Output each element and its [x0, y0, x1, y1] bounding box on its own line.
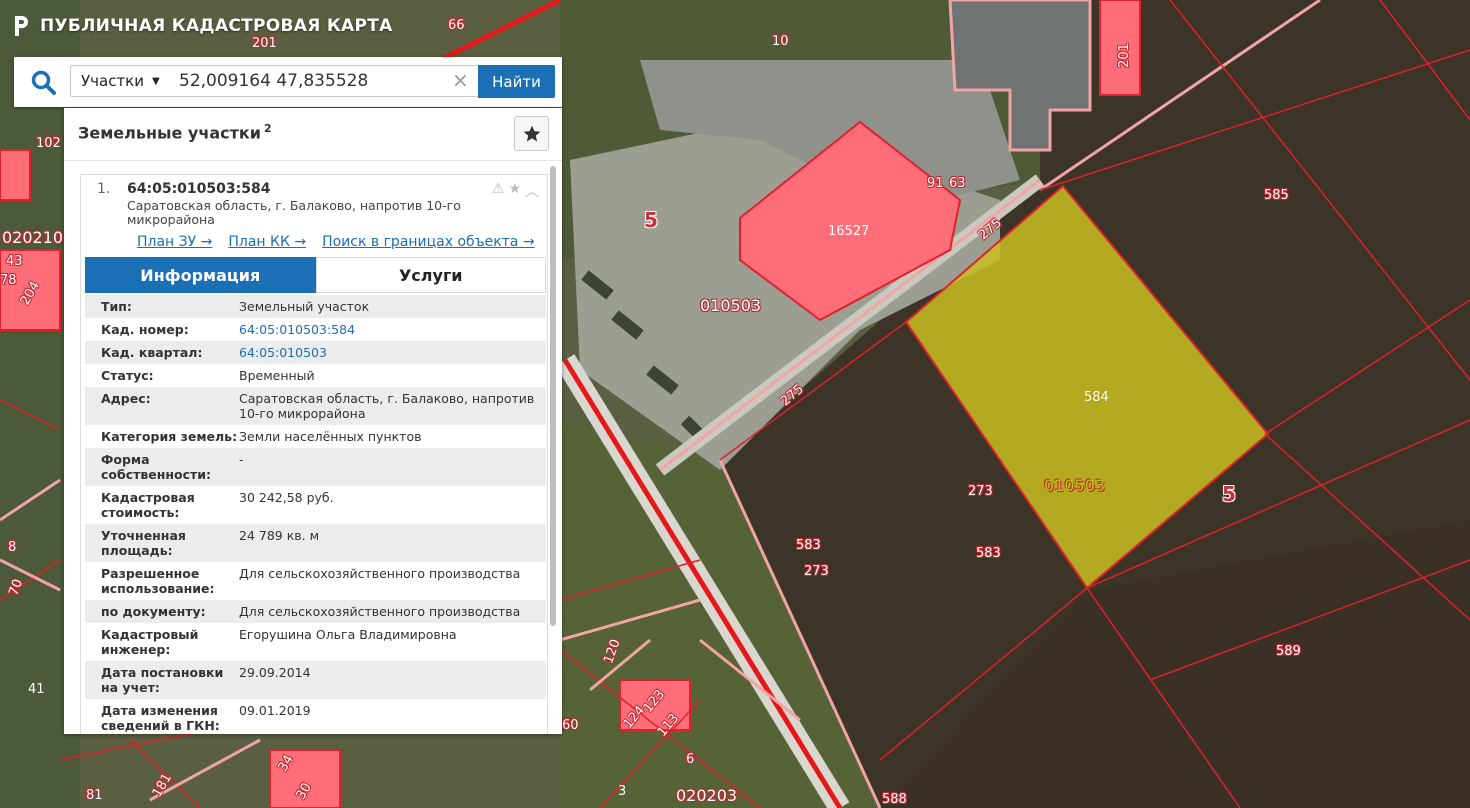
scrollbar[interactable] — [548, 160, 558, 734]
results-panel: Земельные участки 2 1. 64:05:010503:584 С… — [64, 108, 562, 734]
caret-down-icon: ▼ — [152, 75, 160, 87]
info-row: Кад. квартал: 64:05:010503 — [85, 341, 546, 364]
results-count: 2 — [263, 122, 272, 135]
clear-icon[interactable]: × — [452, 70, 469, 90]
info-label: Дата изменения сведений в ГКН: — [101, 703, 220, 733]
search-type-select[interactable]: Участки ▼ — [70, 65, 164, 97]
search-icon[interactable] — [30, 69, 58, 97]
result-links: План ЗУ → План КК → Поиск в границах объ… — [137, 234, 535, 250]
plan-kk-link[interactable]: План КК → — [228, 234, 306, 250]
info-row: Статус: Временный — [85, 364, 546, 387]
result-address: Саратовская область, г. Балаково, напрот… — [127, 198, 461, 227]
info-row: Кадастровый инженер: Егорушина Ольга Влад… — [85, 623, 546, 661]
warning-icon[interactable]: ⚠ — [492, 181, 505, 201]
info-value: Егорушина Ольга Владимировна — [239, 627, 457, 642]
info-value: Временный — [239, 368, 315, 383]
info-label: Кадастровая стоимость: — [101, 490, 195, 520]
star-outline-icon[interactable]: ★ — [508, 181, 521, 201]
info-label: Уточненная площадь: — [101, 528, 186, 558]
chevron-up-icon[interactable]: ︿ — [525, 181, 539, 201]
info-row: по документу: Для сельскохозяйственного п… — [85, 600, 546, 623]
info-value: 24 789 кв. м — [239, 528, 320, 543]
info-row: Форма собственности: - — [85, 448, 546, 486]
search-bar: Участки ▼ × Найти — [14, 57, 562, 107]
result-card: 1. 64:05:010503:584 Саратовская область,… — [80, 174, 548, 734]
info-row: Уточненная площадь: 24 789 кв. м — [85, 524, 546, 562]
result-cad-number[interactable]: 64:05:010503:584 — [127, 181, 270, 197]
info-value: 30 242,58 руб. — [239, 490, 334, 505]
info-value: 29.09.2014 — [239, 665, 311, 680]
info-value: 09.01.2019 — [239, 703, 311, 718]
info-label: Категория земель: — [101, 429, 238, 444]
info-row: Кадастровая стоимость: 30 242,58 руб. — [85, 486, 546, 524]
info-row: Категория земель: Земли населённых пункто… — [85, 425, 546, 448]
info-value[interactable]: 64:05:010503:584 — [239, 322, 546, 337]
search-input[interactable] — [163, 65, 479, 97]
info-row: Разрешенное использование: Для сельскохоз… — [85, 562, 546, 600]
info-label: по документу: — [101, 604, 206, 619]
info-value: Земли населённых пунктов — [239, 429, 422, 444]
result-tabs: Информация Услуги — [85, 257, 546, 293]
info-value: Земельный участок — [239, 299, 370, 314]
info-row: Дата постановки на учет: 29.09.2014 — [85, 661, 546, 699]
info-label: Дата постановки на учет: — [101, 665, 224, 695]
info-row: Адрес: Саратовская область, г. Балаково, … — [85, 387, 546, 425]
info-label: Кадастровый инженер: — [101, 627, 199, 657]
info-label: Кад. номер: — [101, 322, 189, 337]
info-label: Разрешенное использование: — [101, 566, 215, 596]
app-header: ПУБЛИЧНАЯ КАДАСТРОВАЯ КАРТА — [12, 14, 393, 38]
star-icon — [523, 125, 540, 141]
find-button[interactable]: Найти — [478, 65, 555, 98]
info-value: - — [239, 452, 244, 467]
info-label: Тип: — [101, 299, 132, 314]
plan-zu-link[interactable]: План ЗУ → — [137, 234, 212, 250]
app-title: ПУБЛИЧНАЯ КАДАСТРОВАЯ КАРТА — [40, 16, 393, 36]
rosreestr-logo-icon — [15, 16, 28, 36]
panel-header: Земельные участки 2 — [64, 108, 562, 161]
scroll-thumb[interactable] — [550, 166, 556, 626]
info-value[interactable]: 64:05:010503 — [239, 345, 546, 360]
panel-title: Земельные участки 2 — [78, 122, 272, 142]
search-in-bounds-link[interactable]: Поиск в границах объекта → — [322, 234, 535, 250]
info-row: Кад. номер: 64:05:010503:584 — [85, 318, 546, 341]
info-label: Статус: — [101, 368, 154, 383]
panel-title-text: Земельные участки — [78, 123, 261, 143]
result-index: 1. — [97, 181, 111, 197]
tab-services[interactable]: Услуги — [315, 257, 546, 293]
search-type-label: Участки — [81, 72, 144, 90]
info-value: Для сельскохозяйственного производства — [239, 566, 521, 581]
info-label: Форма собственности: — [101, 452, 212, 482]
info-row: Дата изменения сведений в ГКН: 09.01.2019 — [85, 699, 546, 734]
info-value: Для сельскохозяйственного производства — [239, 604, 521, 619]
info-table: Тип: Земельный участок Кад. номер: 64:05:01… — [85, 295, 546, 734]
tab-information[interactable]: Информация — [85, 257, 316, 293]
info-label: Адрес: — [101, 391, 151, 406]
info-value: Саратовская область, г. Балаково, напрот… — [239, 391, 535, 421]
favorite-button[interactable] — [514, 116, 549, 151]
result-actions: ⚠ ★ ︿ — [492, 181, 539, 201]
info-label: Кад. квартал: — [101, 345, 203, 360]
info-row: Тип: Земельный участок — [85, 295, 546, 318]
